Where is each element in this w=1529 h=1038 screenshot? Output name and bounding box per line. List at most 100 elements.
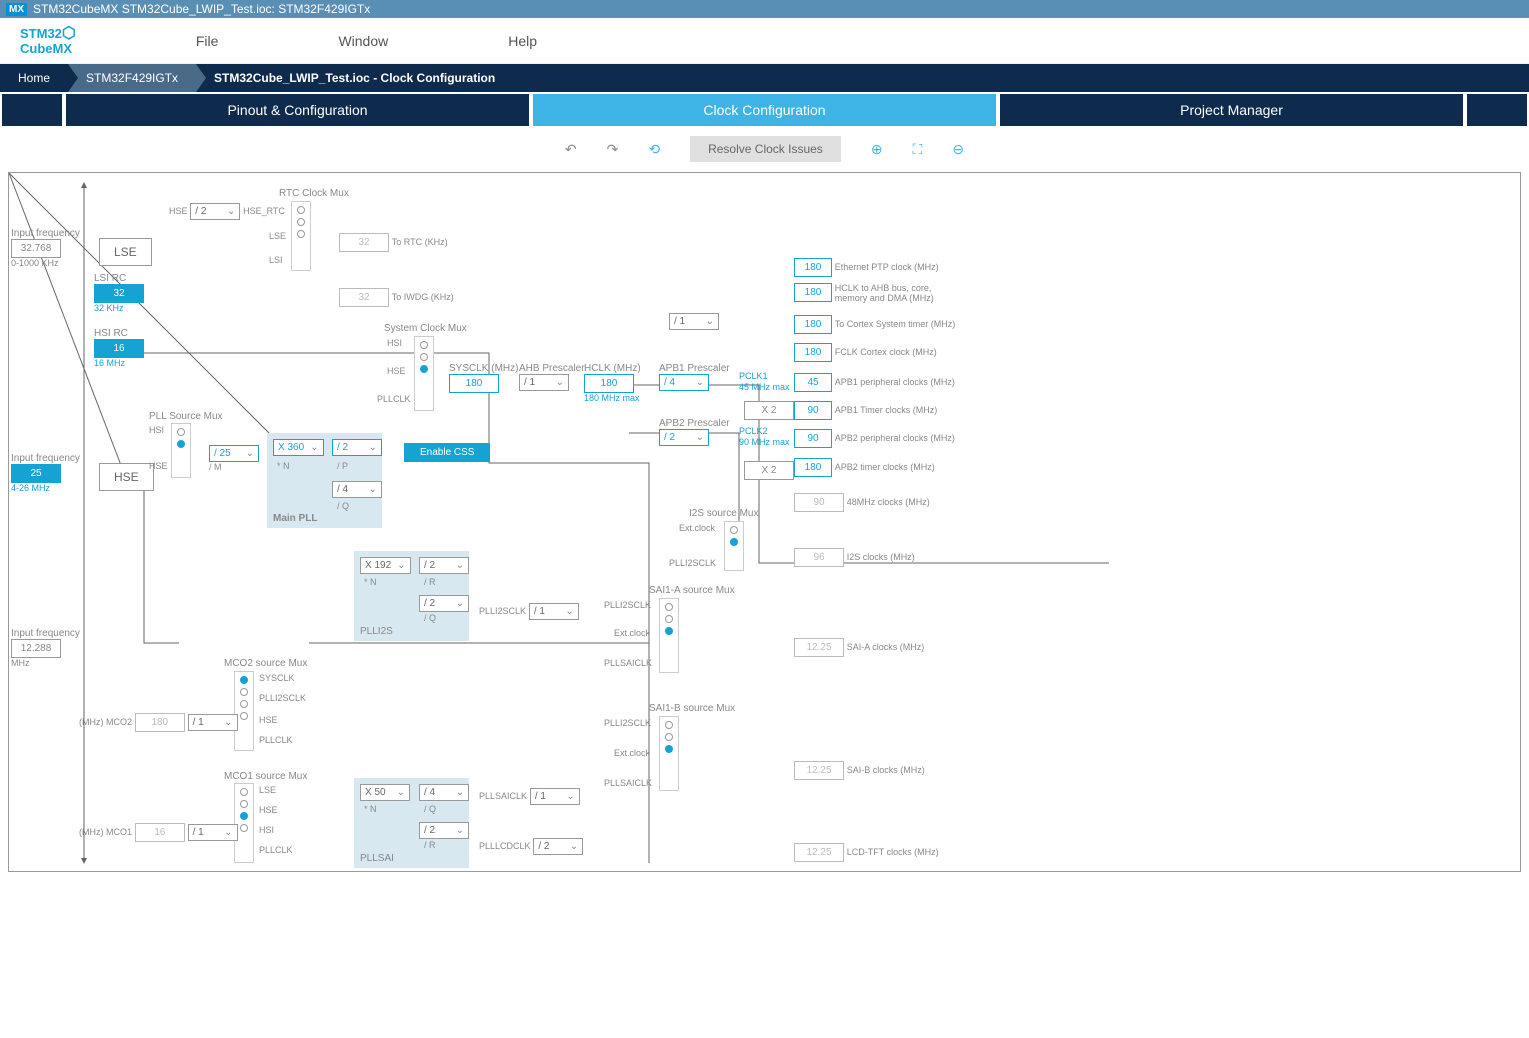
lse-input-label: Input frequency <box>11 228 80 239</box>
menubar: STM32⬡CubeMX File Window Help <box>0 18 1529 64</box>
bc-chip[interactable]: STM32F429IGTx <box>68 64 196 92</box>
lse-input-value[interactable]: 32.768 <box>11 239 61 258</box>
out-lcd: 12.25 <box>794 843 844 862</box>
breadcrumb: Home STM32F429IGTx STM32Cube_LWIP_Test.i… <box>0 64 1529 92</box>
hse-input: Input frequency 25 4-26 MHz <box>11 453 80 493</box>
pllsai-q[interactable]: / 4 <box>419 784 469 801</box>
rtc-out: 32 To RTC (KHz) <box>339 233 448 252</box>
clock-canvas[interactable]: Input frequency 32.768 0-1000 KHz LSE LS… <box>8 172 1521 872</box>
titlebar: MX STM32CubeMX STM32Cube_LWIP_Test.ioc: … <box>0 0 1529 18</box>
lsi-osc: LSI RC 32 32 KHz <box>94 273 144 313</box>
mco2-mux[interactable] <box>234 671 254 751</box>
pllsai: X 50 * N / 4 / Q / 2 / R PLLSAI <box>354 778 469 868</box>
lse-input: Input frequency 32.768 0-1000 KHz <box>11 228 80 268</box>
ahb: AHB Prescaler/ 1 <box>519 363 585 391</box>
menu-help[interactable]: Help <box>508 33 537 49</box>
tab-spacer-r <box>1467 94 1527 126</box>
out-i2s: 96 <box>794 548 844 567</box>
undo-icon[interactable]: ↶ <box>565 141 577 158</box>
pllsrc-title: PLL Source Mux <box>149 411 223 422</box>
hse-input-value[interactable]: 25 <box>11 464 61 483</box>
hclk: HCLK (MHz)180180 MHz max <box>584 363 641 403</box>
apb2-x2: X 2 <box>744 461 794 480</box>
saib-mux[interactable] <box>659 716 679 791</box>
out-48mhz: 90 <box>794 493 844 512</box>
iwdg-out: 32 To IWDG (KHz) <box>339 288 454 307</box>
sysclk: SYSCLK (MHz)180 <box>449 363 518 393</box>
pllp-sel[interactable]: / 2 <box>332 439 382 456</box>
tab-spacer-l <box>2 94 62 126</box>
plli2s: X 192 * N / 2 / R / 2 / Q PLLI2S <box>354 551 469 641</box>
tab-clock[interactable]: Clock Configuration <box>533 94 996 126</box>
plli2s-q[interactable]: / 2 <box>419 595 469 612</box>
fit-icon[interactable]: ⛶ <box>913 141 923 158</box>
resolve-button[interactable]: Resolve Clock Issues <box>690 136 841 162</box>
main-pll: X 360 * N / 2 / P / 4 / Q Main PLL <box>267 433 382 528</box>
hclk-value[interactable]: 180 <box>584 374 634 393</box>
rtc-lse-lbl: LSE <box>269 231 286 242</box>
mco1-out: 16 <box>135 823 185 842</box>
mco2-div[interactable]: / 1 <box>188 714 238 731</box>
rtc-hse-div[interactable]: / 2 <box>190 203 240 220</box>
out-fclk: 180 <box>794 343 832 362</box>
i2s-mux[interactable] <box>724 521 744 571</box>
refresh-icon[interactable]: ⟲ <box>648 141 660 158</box>
bc-file[interactable]: STM32Cube_LWIP_Test.ioc - Clock Configur… <box>196 64 513 92</box>
logo: STM32⬡CubeMX <box>20 26 76 55</box>
apb1-x2: X 2 <box>744 401 794 420</box>
pllsai-r[interactable]: / 2 <box>419 822 469 839</box>
mco2-out: 180 <box>135 713 185 732</box>
mx-icon: MX <box>6 3 27 16</box>
plli2s-n[interactable]: X 192 <box>360 557 411 574</box>
apb1-sel[interactable]: / 4 <box>659 374 709 391</box>
zoom-in-icon[interactable]: ⊕ <box>871 141 883 158</box>
out-hclk: 180 <box>794 283 832 302</box>
tab-pinout[interactable]: Pinout & Configuration <box>66 94 529 126</box>
pllcd-div[interactable]: / 2 <box>533 838 583 855</box>
bc-home[interactable]: Home <box>0 64 68 92</box>
redo-icon[interactable]: ↷ <box>607 141 619 158</box>
plln-sel[interactable]: X 360 <box>273 439 324 456</box>
hsi-value: 16 <box>94 339 144 358</box>
pll-m: / 25/ M <box>209 445 259 472</box>
out-cortex: 180 <box>794 315 832 334</box>
plli2s-div[interactable]: / 1 <box>529 603 579 620</box>
sysclk-mux[interactable] <box>414 336 434 411</box>
pllsai-div[interactable]: / 1 <box>530 788 580 805</box>
lsi-value: 32 <box>94 284 144 303</box>
pllsai-n[interactable]: X 50 <box>360 784 410 801</box>
menu-file[interactable]: File <box>196 33 219 49</box>
hse-osc: HSE <box>99 463 154 491</box>
apb2-sel[interactable]: / 2 <box>659 429 709 446</box>
zoom-out-icon[interactable]: ⊖ <box>952 141 964 158</box>
plli2s-r[interactable]: / 2 <box>419 557 469 574</box>
toolbar: ↶ ↷ ⟲ Resolve Clock Issues ⊕ ⛶ ⊖ <box>0 126 1529 172</box>
saia-mux[interactable] <box>659 598 679 673</box>
rtc-hse: HSE / 2 HSE_RTC <box>169 203 285 220</box>
out-saib: 12.25 <box>794 761 844 780</box>
rtc-mux-title: RTC Clock Mux <box>279 188 349 199</box>
i2s-input-value[interactable]: 12.288 <box>11 639 61 658</box>
enable-css-button[interactable]: Enable CSS <box>404 443 490 462</box>
tab-pm[interactable]: Project Manager <box>1000 94 1463 126</box>
hsi-osc: HSI RC 16 16 MHz <box>94 328 144 368</box>
pllq-sel[interactable]: / 4 <box>332 481 382 498</box>
rtc-lsi-lbl: LSI <box>269 255 283 266</box>
mco1-div[interactable]: / 1 <box>188 824 238 841</box>
cortex-sel[interactable]: / 1 <box>669 313 719 330</box>
sysclk-value[interactable]: 180 <box>449 374 499 393</box>
window-title: STM32CubeMX STM32Cube_LWIP_Test.ioc: STM… <box>33 2 370 16</box>
lse-range: 0-1000 KHz <box>11 258 80 268</box>
pllsrc-mux[interactable] <box>171 423 191 478</box>
out-apb1p: 45 <box>794 373 832 392</box>
rtc-mux[interactable] <box>291 201 311 271</box>
menu-window[interactable]: Window <box>338 33 388 49</box>
wires <box>9 173 1520 871</box>
pll-m-sel[interactable]: / 25 <box>209 445 259 462</box>
out-apb2p: 90 <box>794 429 832 448</box>
out-apb1t: 90 <box>794 401 832 420</box>
sysmux-title: System Clock Mux <box>384 323 467 334</box>
ahb-sel[interactable]: / 1 <box>519 374 569 391</box>
tabs: Pinout & Configuration Clock Configurati… <box>0 94 1529 126</box>
apb1: APB1 Prescaler/ 4 <box>659 363 730 391</box>
